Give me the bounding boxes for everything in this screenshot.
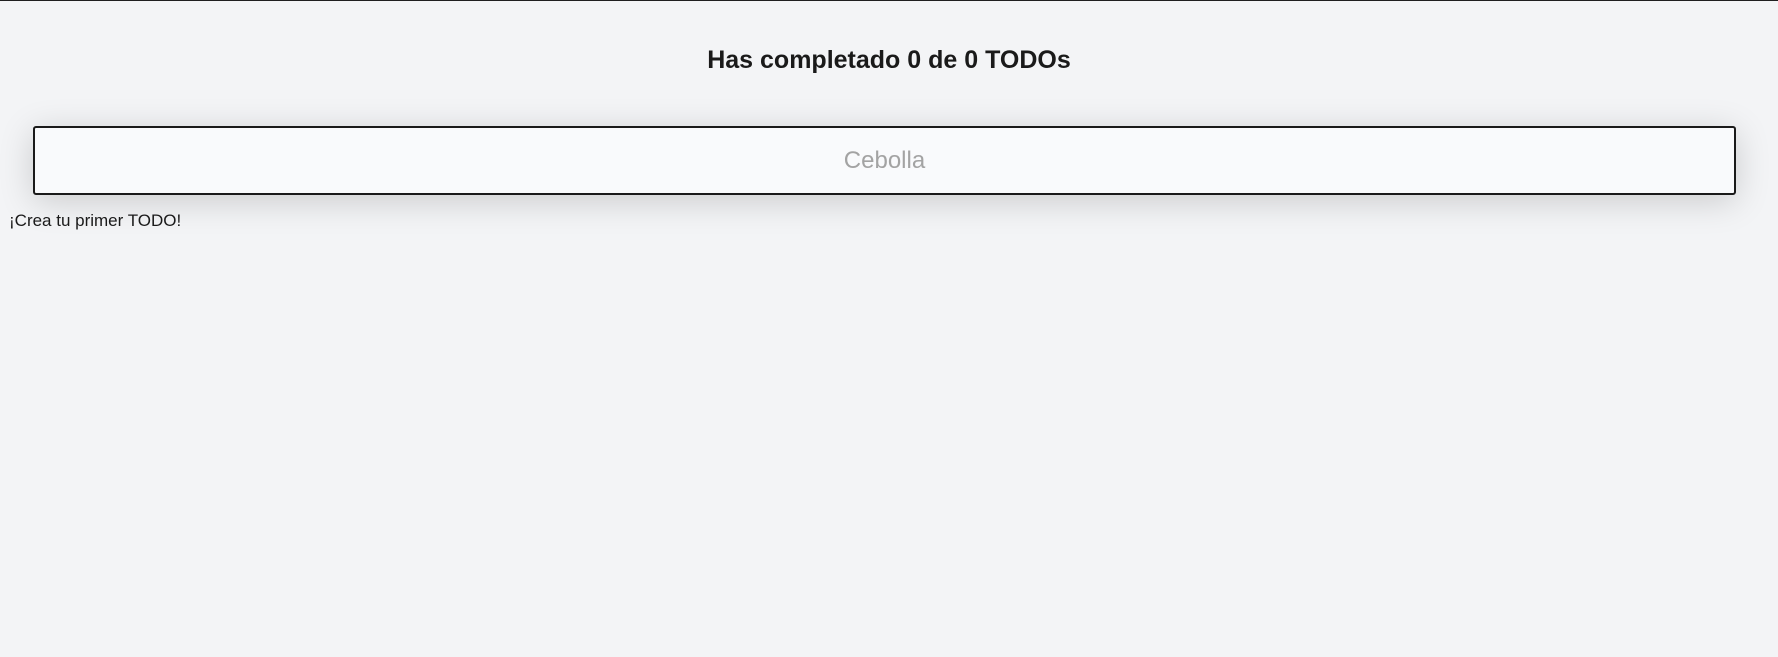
todo-progress-title: Has completado 0 de 0 TODOs bbox=[707, 46, 1071, 74]
top-divider bbox=[0, 0, 1778, 1]
empty-state-message: ¡Crea tu primer TODO! bbox=[9, 211, 182, 230]
new-todo-input[interactable] bbox=[33, 126, 1736, 195]
